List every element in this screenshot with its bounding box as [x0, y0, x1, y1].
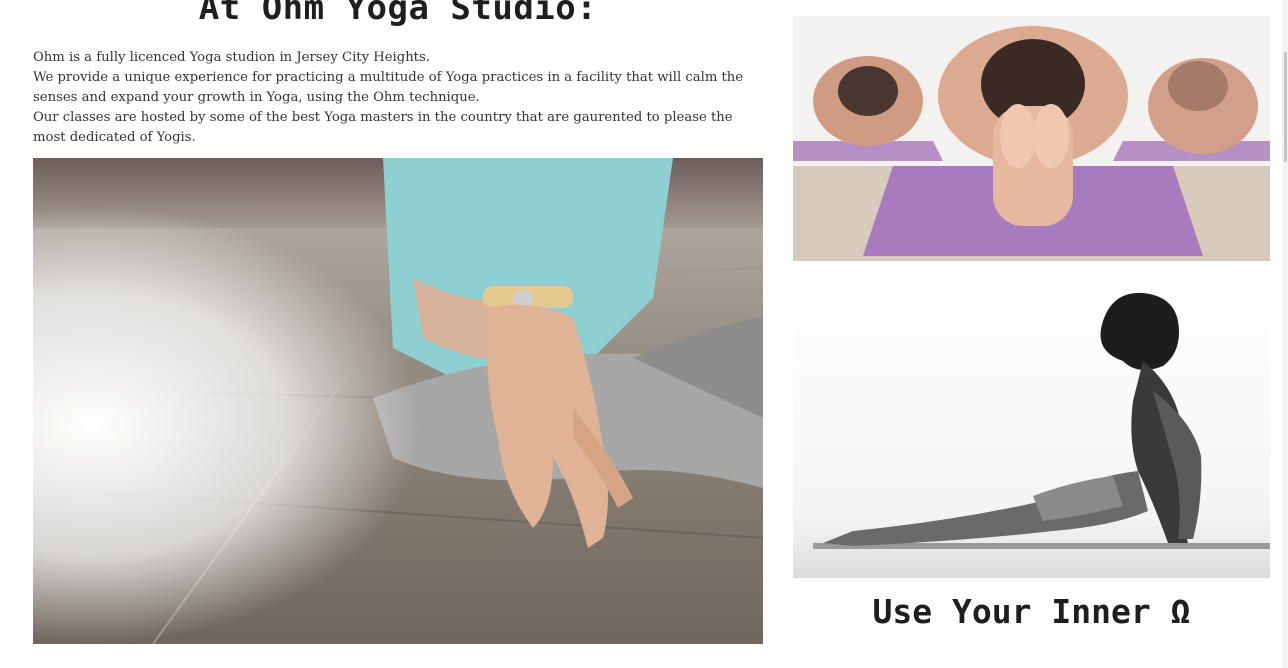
- intro-paragraph-1: Ohm is a fully licenced Yoga studion in …: [33, 50, 430, 65]
- intro-paragraph-2: We provide a unique experience for pract…: [33, 70, 744, 105]
- tagline: Use Your Inner Ω: [872, 592, 1191, 631]
- scrollbar-track[interactable]: [1282, 0, 1288, 668]
- intro-text: Ohm is a fully licenced Yoga studion in …: [33, 48, 763, 148]
- scrollbar-thumb[interactable]: [1284, 52, 1287, 162]
- intro-paragraph-3: Our classes are hosted by some of the be…: [33, 110, 733, 145]
- forward-bend-photo: [793, 16, 1270, 261]
- cobra-pose-photo: [793, 281, 1270, 578]
- page-heading: At Ohm Yoga Studio:: [198, 0, 598, 28]
- meditation-photo: [33, 158, 763, 644]
